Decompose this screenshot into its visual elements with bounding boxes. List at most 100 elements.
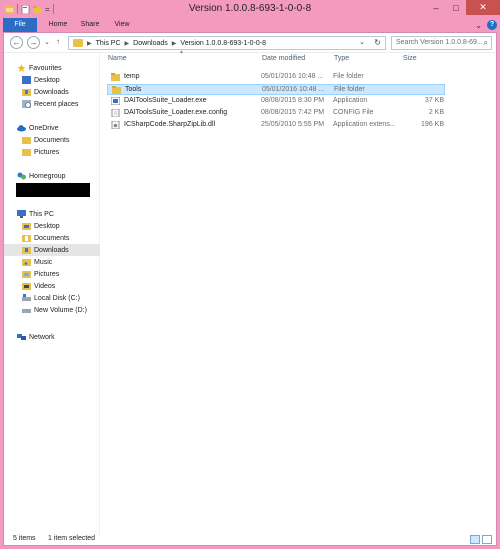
window-controls: – □ ✕: [426, 0, 500, 15]
details-view-button[interactable]: [470, 535, 480, 544]
file-name: temp: [124, 73, 140, 80]
address-bar[interactable]: ▶ This PC ▶ Downloads ▶ Version 1.0.0.8-…: [68, 36, 386, 50]
file-row-sharpziplib-dll[interactable]: ICSharpCode.SharpZipLib.dll 25/05/2010 5…: [107, 120, 445, 131]
file-row-loader-exe[interactable]: DAIToolsSuite_Loader.exe 08/08/2015 8:30…: [107, 96, 445, 107]
nav-pc-desktop[interactable]: Desktop: [4, 220, 100, 232]
nav-pc-pictures[interactable]: Pictures: [4, 268, 100, 280]
file-date: 25/05/2010 5:55 PM: [261, 121, 325, 128]
file-type: CONFIG File: [333, 109, 374, 116]
file-size: 37 KB: [424, 97, 444, 104]
refresh-icon[interactable]: ↻: [374, 38, 381, 47]
file-name: DAIToolsSuite_Loader.exe.config: [124, 109, 228, 116]
nav-this-pc[interactable]: This PC: [4, 208, 100, 220]
file-row-loader-config[interactable]: DAIToolsSuite_Loader.exe.config 08/08/20…: [107, 108, 445, 119]
recent-places-icon: [22, 100, 31, 108]
navigation-pane: Favourites Desktop Downloads Recent plac…: [4, 54, 100, 536]
ribbon-tabs: File Home Share View ⌄ ?: [0, 18, 500, 32]
tab-share[interactable]: Share: [76, 18, 104, 32]
large-icons-view-button[interactable]: [482, 535, 492, 544]
nav-label: Downloads: [34, 246, 69, 254]
expand-ribbon-icon[interactable]: ⌄: [475, 21, 482, 30]
nav-favourites[interactable]: Favourites: [4, 62, 100, 74]
file-row-temp[interactable]: temp 05/01/2016 10:48 ... File folder: [107, 72, 445, 83]
search-icon[interactable]: ⌕: [484, 37, 488, 49]
folder-icon: [73, 39, 83, 47]
close-button[interactable]: ✕: [466, 0, 500, 15]
column-header-size[interactable]: Size: [403, 55, 417, 67]
nav-local-disk-c[interactable]: Local Disk (C:): [4, 292, 100, 304]
file-type: Application extens...: [333, 121, 396, 128]
breadcrumb-separator[interactable]: ▶: [87, 40, 92, 47]
breadcrumb-separator[interactable]: ▶: [125, 40, 130, 47]
drive-icon: [22, 309, 31, 313]
nav-pc-videos[interactable]: Videos: [4, 280, 100, 292]
file-date: 05/01/2016 10:48 ...: [261, 73, 324, 80]
status-bar: 5 items 1 item selected: [4, 533, 496, 545]
nav-label: OneDrive: [29, 124, 59, 132]
videos-folder-icon: [22, 283, 31, 290]
file-type: Application: [333, 97, 368, 104]
search-input[interactable]: Search Version 1.0.0.8-69... ⌕: [391, 36, 492, 50]
minimize-button[interactable]: –: [426, 0, 446, 15]
maximize-button[interactable]: □: [446, 0, 466, 15]
breadcrumb-current-folder[interactable]: Version 1.0.0.8-693-1-0-0-8: [180, 40, 266, 47]
nav-label: Recent places: [34, 100, 79, 108]
address-dropdown-icon[interactable]: ⌄: [359, 38, 365, 46]
search-placeholder: Search Version 1.0.0.8-69...: [396, 39, 483, 46]
computer-icon: [17, 210, 26, 218]
file-size: 196 KB: [421, 121, 444, 128]
file-row-tools[interactable]: Tools 05/01/2016 10:48 ... File folder: [107, 84, 445, 95]
nav-onedrive-documents[interactable]: Documents: [4, 134, 100, 146]
nav-favourites-downloads[interactable]: Downloads: [4, 86, 100, 98]
tab-file[interactable]: File: [3, 18, 37, 32]
up-button[interactable]: ↑: [56, 37, 60, 46]
nav-pc-documents[interactable]: Documents: [4, 232, 100, 244]
folder-icon: [22, 149, 31, 156]
nav-onedrive[interactable]: OneDrive: [4, 122, 100, 134]
redacted-user-block: [16, 183, 90, 197]
forward-button[interactable]: →: [27, 36, 40, 49]
nav-pc-downloads[interactable]: Downloads: [4, 244, 100, 256]
nav-recent-places[interactable]: Recent places: [4, 98, 100, 110]
recent-locations-icon[interactable]: ⌄: [44, 38, 50, 46]
selection-count: 1 item selected: [48, 535, 96, 542]
nav-pc-music[interactable]: Music: [4, 256, 100, 268]
breadcrumb-this-pc[interactable]: This PC: [96, 40, 121, 47]
breadcrumb-downloads[interactable]: Downloads: [133, 40, 168, 47]
nav-onedrive-pictures[interactable]: Pictures: [4, 146, 100, 158]
title-bar: = Version 1.0.0.8-693-1-0-0-8 – □ ✕: [0, 0, 500, 18]
column-header-date[interactable]: Date modified: [262, 55, 305, 67]
nav-label: Documents: [34, 234, 70, 242]
nav-label: Homegroup: [29, 172, 66, 180]
nav-homegroup[interactable]: Homegroup: [4, 170, 100, 182]
nav-label: Downloads: [34, 88, 69, 96]
file-date: 08/08/2015 8:30 PM: [261, 97, 325, 104]
nav-label: Local Disk (C:): [34, 294, 80, 302]
homegroup-icon: [17, 172, 26, 180]
nav-label: Pictures: [34, 270, 60, 278]
tab-home[interactable]: Home: [44, 18, 72, 32]
nav-label: Documents: [34, 136, 70, 144]
help-icon[interactable]: ?: [487, 20, 497, 30]
music-folder-icon: [22, 259, 31, 266]
tab-view[interactable]: View: [108, 18, 136, 32]
back-button[interactable]: ←: [10, 36, 23, 49]
breadcrumb-separator[interactable]: ▶: [172, 40, 177, 47]
file-size: 2 KB: [428, 109, 444, 116]
downloads-folder-icon: [22, 89, 31, 96]
window-title: Version 1.0.0.8-693-1-0-0-8: [188, 3, 312, 14]
nav-label: Pictures: [34, 148, 60, 156]
pictures-folder-icon: [22, 271, 31, 278]
explorer-window: ← → ⌄ ↑ ▶ This PC ▶ Downloads ▶ Version …: [3, 32, 497, 546]
sort-indicator-icon: ▲: [179, 49, 184, 55]
nav-network[interactable]: Network: [4, 331, 100, 343]
file-name: DAIToolsSuite_Loader.exe: [124, 97, 207, 104]
nav-label: This PC: [29, 210, 54, 218]
dll-icon: [111, 121, 120, 129]
column-header-name[interactable]: Name: [108, 55, 127, 67]
exe-icon: [111, 97, 120, 105]
nav-new-volume-d[interactable]: New Volume (D:): [4, 304, 100, 316]
nav-favourites-desktop[interactable]: Desktop: [4, 74, 100, 86]
folder-icon: [22, 137, 31, 144]
column-header-type[interactable]: Type: [334, 55, 349, 67]
